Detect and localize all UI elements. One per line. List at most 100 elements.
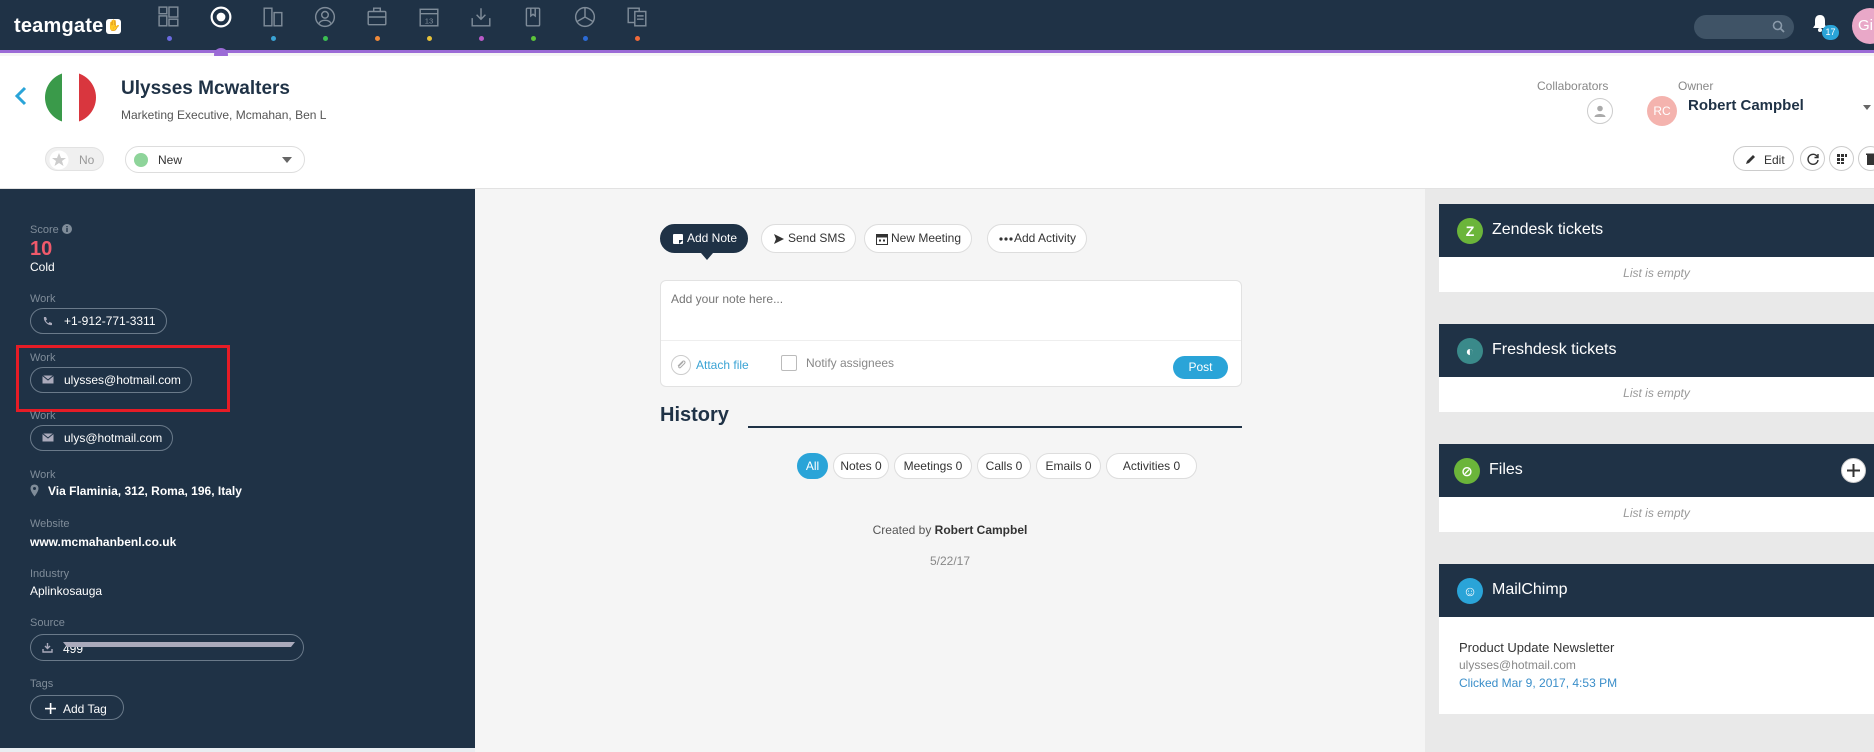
teamgate-logo[interactable]: teamgate ✋ [14, 15, 122, 38]
send-sms-label: Send SMS [788, 231, 846, 245]
star-icon [49, 150, 69, 170]
back-arrow-icon[interactable] [14, 86, 28, 106]
edit-label: Edit [1764, 153, 1785, 167]
contact-header: Ulysses Mcwalters Marketing Executive, M… [0, 56, 1874, 189]
mailchimp-title: MailChimp [1492, 581, 1568, 598]
companies-icon [263, 7, 283, 27]
global-search-input[interactable] [1694, 15, 1794, 39]
address-label: Work [30, 469, 56, 481]
sync-button[interactable] [1800, 146, 1825, 171]
contact-subtitle: Marketing Executive, Mcmahan, Ben L [121, 108, 327, 122]
attach-file-label: Attach file [696, 358, 749, 372]
source-icon [42, 643, 53, 653]
notify-assignees-checkbox[interactable]: Notify assignees [781, 355, 894, 371]
note-icon [673, 234, 683, 244]
info-icon[interactable] [61, 224, 72, 234]
collaborators-label: Collaborators [1537, 79, 1609, 93]
freshdesk-icon: ◐ [1457, 338, 1483, 364]
nav-item-inbox[interactable] [455, 0, 507, 53]
mailchimp-email: ulysses@hotmail.com [1459, 658, 1576, 672]
owner-chevron-down-icon[interactable] [1863, 105, 1871, 110]
nav-item-clipboard[interactable] [507, 0, 559, 53]
email2-pill[interactable]: ulys@hotmail.com [30, 425, 174, 451]
filter-calls[interactable]: Calls 0 [977, 453, 1031, 479]
edit-button[interactable]: Edit [1733, 146, 1794, 171]
post-button[interactable]: Post [1173, 356, 1228, 379]
history-divider [748, 426, 1242, 428]
mailchimp-campaign: Product Update Newsletter [1459, 640, 1615, 655]
source-dropdown[interactable]: 499 [30, 634, 304, 661]
new-meeting-button[interactable]: New Meeting [864, 224, 973, 253]
owner-avatar: RC [1647, 96, 1677, 126]
grid-menu-button[interactable] [1829, 146, 1854, 171]
nav-item-lists[interactable] [611, 0, 663, 53]
source-label: Source [30, 617, 65, 629]
freshdesk-widget: ◐ Freshdesk tickets List is empty [1439, 324, 1874, 412]
contact-details-panel: Score 10 Cold Work +1-912-771-3311 Work … [0, 189, 475, 752]
nav-item-reports[interactable] [559, 0, 611, 53]
mailchimp-widget: ☺ MailChimp Product Update Newsletter ul… [1439, 564, 1874, 714]
activity-panel: Add Note Send SMS New Meeting Add Activi… [475, 189, 1425, 752]
add-activity-button[interactable]: Add Activity [987, 224, 1088, 253]
favorite-label: No [79, 153, 95, 167]
mailchimp-header[interactable]: ☺ MailChimp [1439, 564, 1874, 617]
note-textarea[interactable] [661, 281, 1241, 339]
industry-value: Aplinkosauga [30, 584, 103, 598]
filter-notes[interactable]: Notes 0 [833, 453, 889, 479]
attach-file-link[interactable]: Attach file [671, 355, 749, 375]
status-dropdown[interactable]: New [125, 146, 305, 173]
add-note-button[interactable]: Add Note [660, 224, 749, 260]
add-collaborator-button[interactable] [1587, 98, 1613, 124]
send-icon [774, 234, 784, 244]
score-temperature: Cold [30, 260, 55, 274]
nav-indicator-dot [167, 36, 172, 41]
mailchimp-clicked[interactable]: Clicked Mar 9, 2017, 4:53 PM [1459, 676, 1617, 690]
website-label: Website [30, 518, 70, 530]
favorite-toggle[interactable]: No [45, 147, 104, 171]
main-nav: 13 [143, 0, 663, 62]
nav-item-calendar[interactable]: 13 [403, 0, 455, 53]
nav-indicator-dot [531, 36, 536, 41]
nav-item-pipeline[interactable] [195, 0, 247, 62]
logo-text: teamgate [14, 15, 104, 37]
paperclip-icon [671, 355, 691, 375]
address-row[interactable]: Via Flaminia, 312, Roma, 196, Italy [30, 484, 242, 498]
phone-label: Work [30, 293, 56, 305]
send-sms-button[interactable]: Send SMS [761, 224, 857, 253]
created-by-prefix: Created by [872, 523, 932, 537]
checkbox[interactable] [781, 355, 797, 371]
zendesk-header[interactable]: Z Zendesk tickets [1439, 204, 1874, 257]
add-note-label: Add Note [687, 231, 738, 245]
lists-icon [627, 7, 647, 27]
address-value: Via Flaminia, 312, Roma, 196, Italy [48, 484, 242, 498]
add-tag-button[interactable]: Add Tag [30, 695, 124, 720]
nav-indicator-dot [635, 36, 640, 41]
divider [661, 340, 1241, 341]
industry-label: Industry [30, 568, 70, 580]
files-header: ⊘ Files [1439, 444, 1874, 497]
integrations-panel: Z Zendesk tickets List is empty ◐ Freshd… [1425, 189, 1874, 752]
website-link[interactable]: www.mcmahanbenl.co.uk [30, 535, 176, 549]
score-value: 10 [30, 238, 53, 260]
user-avatar[interactable]: Gi [1852, 8, 1874, 44]
nav-item-dashboard[interactable] [143, 0, 195, 53]
phone-pill[interactable]: +1-912-771-3311 [30, 308, 167, 334]
filter-emails[interactable]: Emails 0 [1036, 453, 1101, 479]
status-dot [134, 153, 148, 167]
nav-item-companies[interactable] [247, 0, 299, 53]
owner-name[interactable]: Robert Campbel [1688, 97, 1804, 114]
filter-activities[interactable]: Activities 0 [1106, 453, 1197, 479]
map-pin-icon [30, 484, 39, 497]
files-empty: List is empty [1623, 506, 1690, 520]
nav-item-people[interactable] [299, 0, 351, 53]
add-file-button[interactable] [1841, 458, 1866, 483]
grid-icon [1837, 154, 1847, 164]
contact-name: Ulysses Mcwalters [121, 78, 290, 99]
filter-all[interactable]: All [797, 453, 828, 479]
filter-meetings[interactable]: Meetings 0 [894, 453, 972, 479]
email2-value: ulys@hotmail.com [64, 431, 163, 445]
freshdesk-header[interactable]: ◐ Freshdesk tickets [1439, 324, 1874, 377]
nav-item-deals[interactable] [351, 0, 403, 53]
delete-button[interactable] [1858, 146, 1874, 171]
zendesk-title: Zendesk tickets [1492, 221, 1604, 238]
